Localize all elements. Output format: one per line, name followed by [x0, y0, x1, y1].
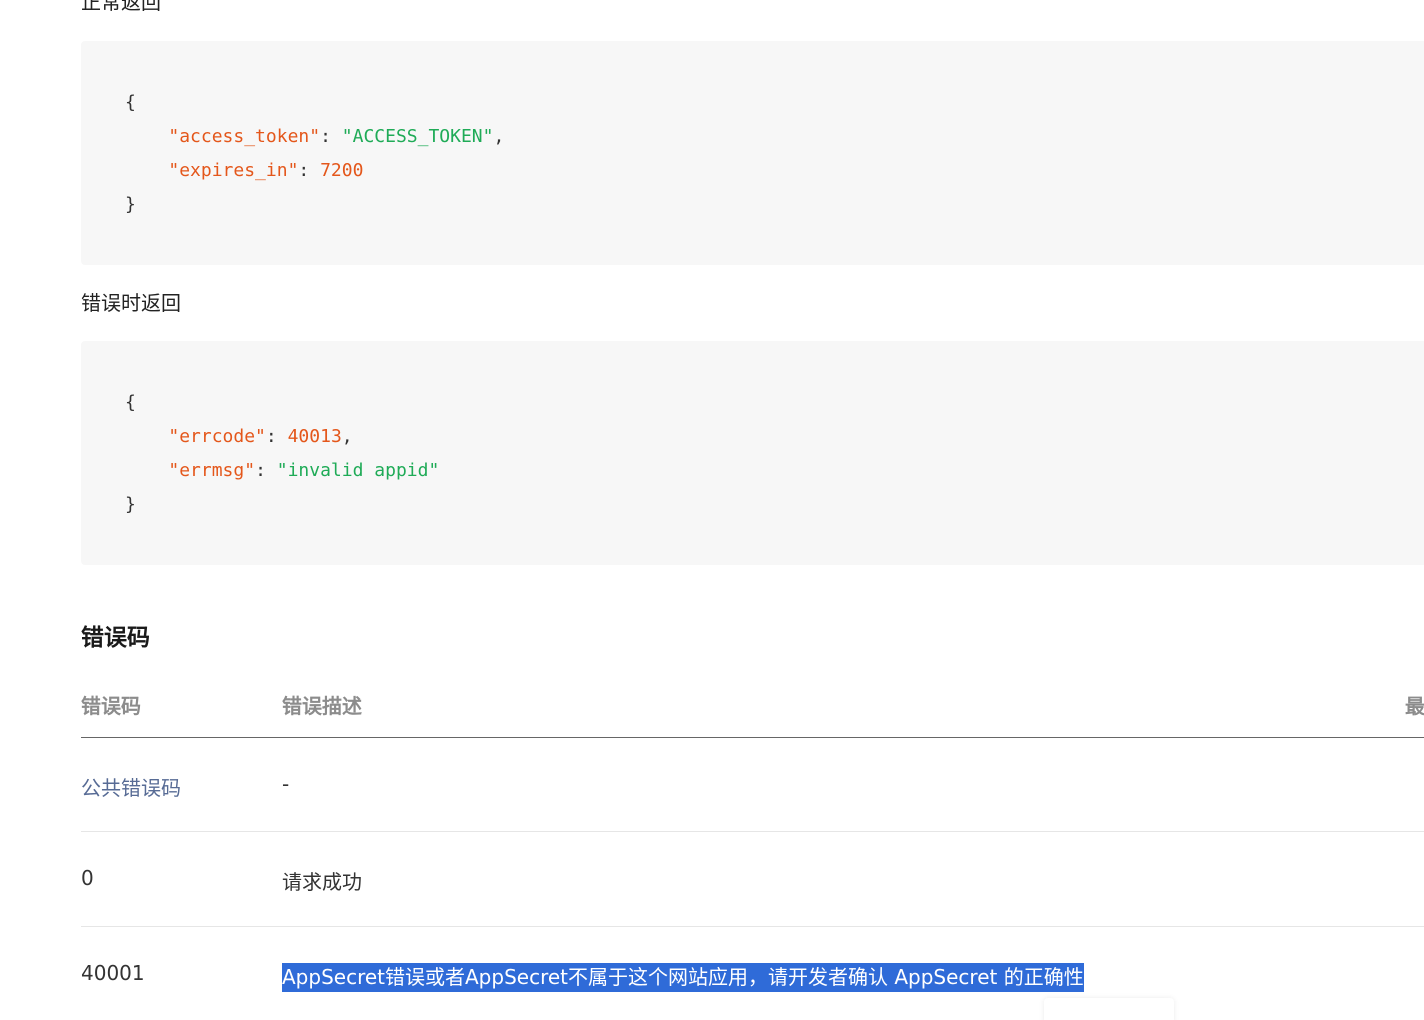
json-colon: :: [320, 126, 342, 147]
json-colon: :: [255, 460, 277, 481]
json-brace-open: {: [125, 392, 136, 413]
selection-popup: [1044, 998, 1174, 1020]
normal-return-code-block: { "access_token": "ACCESS_TOKEN", "expir…: [81, 41, 1424, 265]
table-cell-code: 40001: [81, 961, 145, 985]
row-divider: [81, 831, 1424, 832]
json-string-value: "ACCESS_TOKEN": [341, 126, 494, 147]
json-key: "access_token": [168, 126, 321, 147]
table-cell-description-selected[interactable]: AppSecret错误或者AppSecret不属于这个网站应用，请开发者确认 A…: [282, 961, 1084, 992]
json-colon: :: [298, 160, 321, 181]
json-brace-open: {: [125, 92, 136, 113]
json-number-value: 7200: [320, 160, 364, 181]
json-number-value: 40013: [287, 426, 342, 447]
table-cell-description: 请求成功: [282, 870, 362, 894]
table-cell-description: -: [282, 772, 290, 796]
doc-page: 正常返回 { "access_token": "ACCESS_TOKEN", "…: [0, 0, 1424, 1020]
table-header-code: 错误码: [81, 694, 141, 718]
json-colon: :: [265, 426, 288, 447]
error-return-code: { "errcode": 40013, "errmsg": "invalid a…: [125, 386, 439, 522]
error-return-label: 错误时返回: [81, 291, 181, 315]
public-error-codes-link[interactable]: 公共错误码: [81, 772, 181, 801]
json-string-value: "invalid appid": [276, 460, 440, 481]
error-codes-heading: 错误码: [81, 625, 150, 651]
row-divider: [81, 926, 1424, 927]
table-cell-code: 0: [81, 866, 94, 890]
json-comma: ,: [493, 126, 505, 147]
table-header-description: 错误描述: [282, 694, 362, 718]
table-header-third: 最: [1405, 694, 1424, 718]
json-key: "errcode": [168, 426, 266, 447]
error-return-code-block: { "errcode": 40013, "errmsg": "invalid a…: [81, 341, 1424, 565]
normal-return-code: { "access_token": "ACCESS_TOKEN", "expir…: [125, 86, 504, 222]
table-header-divider: [81, 737, 1424, 738]
json-brace-close: }: [125, 494, 136, 515]
json-comma: ,: [341, 426, 353, 447]
normal-return-label: 正常返回: [81, 0, 161, 14]
json-key: "errmsg": [168, 460, 256, 481]
selected-text[interactable]: AppSecret错误或者AppSecret不属于这个网站应用，请开发者确认 A…: [282, 963, 1084, 992]
json-key: "expires_in": [168, 160, 299, 181]
json-brace-close: }: [125, 194, 136, 215]
